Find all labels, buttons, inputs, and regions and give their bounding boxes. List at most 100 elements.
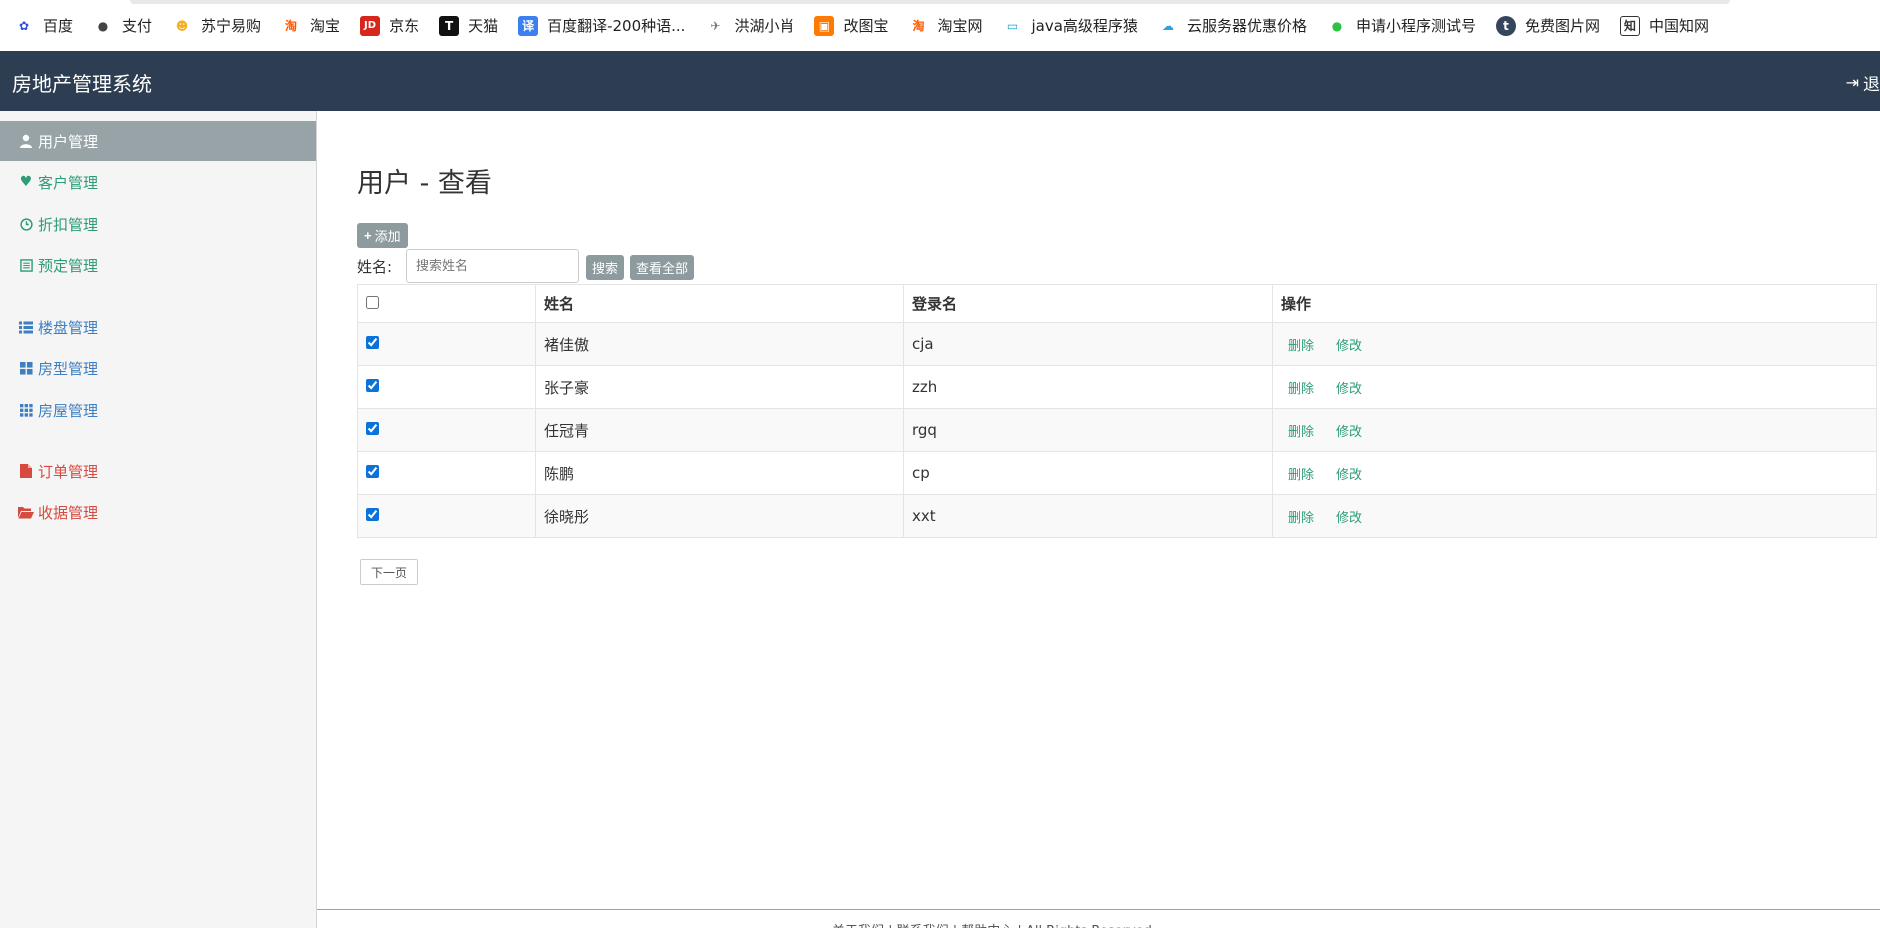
bookmark-tmall[interactable]: T 天猫 xyxy=(439,15,498,36)
row-checkbox[interactable] xyxy=(366,508,379,521)
list-icon xyxy=(18,319,34,335)
main-content: 用户 - 查看 + 添加 姓名: 搜索 查看全部 姓名 登录名 操作 褚佳傲 c… xyxy=(317,111,1880,928)
sidebar-item-reservations[interactable]: 预定管理 xyxy=(0,245,316,285)
bookmark-cloud-server[interactable]: ☁ 云服务器优惠价格 xyxy=(1158,15,1307,36)
user-name-cell: 徐晓彤 xyxy=(535,494,904,538)
row-checkbox[interactable] xyxy=(366,465,379,478)
bookmark-suning[interactable]: ☻ 苏宁易购 xyxy=(172,15,261,36)
row-checkbox[interactable] xyxy=(366,379,379,392)
select-all-checkbox[interactable] xyxy=(366,295,379,309)
add-label: 添加 xyxy=(374,229,401,244)
user-login-cell: cja xyxy=(903,322,1273,366)
edit-link[interactable]: 修改 xyxy=(1336,425,1362,440)
bookmark-gaitubao[interactable]: ▣ 改图宝 xyxy=(814,15,888,36)
bookmark-label: 申请小程序测试号 xyxy=(1355,17,1476,35)
users-table: 姓名 登录名 操作 褚佳傲 cja 删除 修改 张子豪 zzh 删除 修改 任冠青 … xyxy=(357,284,1877,538)
list-box-icon xyxy=(18,257,34,273)
page-title: 用户 - 查看 xyxy=(357,168,492,199)
table-row: 张子豪 zzh 删除 修改 xyxy=(357,365,1877,409)
address-bar-edge xyxy=(130,0,1730,4)
bookmark-pay[interactable]: ● 支付 xyxy=(93,15,152,36)
next-page-button[interactable]: 下一页 xyxy=(360,559,419,585)
row-checkbox[interactable] xyxy=(366,336,379,349)
sidebar-item-room-types[interactable]: 房型管理 xyxy=(0,348,316,388)
translate-icon: 译 xyxy=(518,15,539,36)
heart-icon: ♥ xyxy=(19,174,33,190)
edit-link[interactable]: 修改 xyxy=(1336,511,1362,526)
bookmark-label: 京东 xyxy=(389,17,420,35)
bookmark-taobao-net[interactable]: 淘淘宝网 xyxy=(908,15,982,36)
sidebar-item-receipts[interactable]: 收据管理 xyxy=(0,492,316,532)
user-name-cell: 褚佳傲 xyxy=(535,322,904,366)
sidebar-item-label: 房屋管理 xyxy=(38,401,99,420)
sidebar-item-customers[interactable]: ♥ 客户管理 xyxy=(0,162,316,202)
table-row: 徐晓彤 xxt 删除 修改 xyxy=(357,494,1877,538)
row-checkbox[interactable] xyxy=(366,422,379,435)
row-select-cell xyxy=(357,408,536,452)
edit-link[interactable]: 修改 xyxy=(1336,468,1362,483)
gaitubao-icon: ▣ xyxy=(814,15,835,36)
search-button[interactable]: 搜索 xyxy=(586,255,625,280)
logout-button[interactable]: ⇥ 退 xyxy=(1846,70,1880,95)
delete-link[interactable]: 删除 xyxy=(1288,511,1314,526)
bookmark-label: 云服务器优惠价格 xyxy=(1186,17,1307,35)
sidebar-item-discounts[interactable]: 折扣管理 xyxy=(0,204,316,244)
page-footer: 关于我们 | 联系我们 | 帮助中心 | All Rights Reserved xyxy=(317,909,1880,928)
delete-link[interactable]: 删除 xyxy=(1288,339,1314,354)
bookmark-label: 百度 xyxy=(43,17,74,35)
delete-link[interactable]: 删除 xyxy=(1288,382,1314,397)
sidebar-item-buildings[interactable]: 楼盘管理 xyxy=(0,307,316,347)
logout-label: 退 xyxy=(1863,75,1880,95)
taobao-icon: 淘 xyxy=(912,19,925,33)
table-row: 任冠青 rgq 删除 修改 xyxy=(357,408,1877,452)
taobao-icon: 淘 xyxy=(285,19,298,33)
bilibili-tv-icon: ▭ xyxy=(1006,18,1019,33)
folder-open-icon xyxy=(18,504,34,520)
bookmark-miniprogram[interactable]: ● 申请小程序测试号 xyxy=(1327,15,1476,36)
bookmark-label: 支付 xyxy=(122,17,153,35)
bird-icon: ✈ xyxy=(710,18,721,33)
actions-cell: 删除 修改 xyxy=(1272,365,1877,409)
user-name-cell: 张子豪 xyxy=(535,365,904,409)
bookmark-label: java高级程序猿 xyxy=(1031,17,1138,35)
add-user-button[interactable]: + 添加 xyxy=(357,223,408,248)
delete-link[interactable]: 删除 xyxy=(1288,468,1314,483)
bookmark-taobao[interactable]: 淘淘宝 xyxy=(281,15,340,36)
bookmark-jd[interactable]: JD 京东 xyxy=(360,15,419,36)
column-header-actions: 操作 xyxy=(1272,284,1877,323)
sidebar-item-houses[interactable]: 房屋管理 xyxy=(0,390,316,430)
bookmark-free-images[interactable]: t 免费图片网 xyxy=(1495,15,1600,36)
plus-icon: + xyxy=(364,228,372,243)
bookmark-honghu[interactable]: ✈ 洪湖小肖 xyxy=(705,15,794,36)
bookmark-baidu[interactable]: ✿ 百度 xyxy=(14,15,73,36)
bookmark-label: 苏宁易购 xyxy=(201,17,262,35)
bookmark-cnki[interactable]: 知中国知网 xyxy=(1619,15,1709,36)
bookmark-label: 免费图片网 xyxy=(1524,17,1600,35)
grid-small-icon xyxy=(18,402,34,418)
row-select-cell xyxy=(357,451,536,495)
row-select-cell xyxy=(357,365,536,409)
edit-link[interactable]: 修改 xyxy=(1336,339,1362,354)
sidebar-item-label: 订单管理 xyxy=(38,462,99,481)
view-all-button[interactable]: 查看全部 xyxy=(630,255,695,280)
footer-links: 关于我们 | 联系我们 | 帮助中心 | All Rights Reserved xyxy=(832,920,1152,928)
bookmark-java[interactable]: ▭ java高级程序猿 xyxy=(1003,15,1138,36)
tmall-icon: T xyxy=(439,15,460,36)
sidebar-item-users[interactable]: 用户管理 xyxy=(0,121,316,161)
delete-link[interactable]: 删除 xyxy=(1288,425,1314,440)
user-name-cell: 任冠青 xyxy=(535,408,904,452)
actions-cell: 删除 修改 xyxy=(1272,451,1877,495)
clock-icon xyxy=(18,216,34,232)
bookmark-label: 中国知网 xyxy=(1648,17,1709,35)
edit-link[interactable]: 修改 xyxy=(1336,382,1362,397)
wechat-icon: ● xyxy=(1331,18,1343,33)
user-login-cell: rgq xyxy=(903,408,1273,452)
app-title: 房地产管理系统 xyxy=(12,72,152,96)
search-label: 姓名: xyxy=(357,258,393,276)
user-login-cell: xxt xyxy=(903,494,1273,538)
jd-icon: JD xyxy=(360,15,381,36)
search-name-input[interactable] xyxy=(406,249,579,283)
sidebar-item-orders[interactable]: 订单管理 xyxy=(0,451,316,491)
tumblr-icon: t xyxy=(1495,15,1516,36)
bookmark-baidu-translate[interactable]: 译百度翻译-200种语... xyxy=(518,15,685,36)
